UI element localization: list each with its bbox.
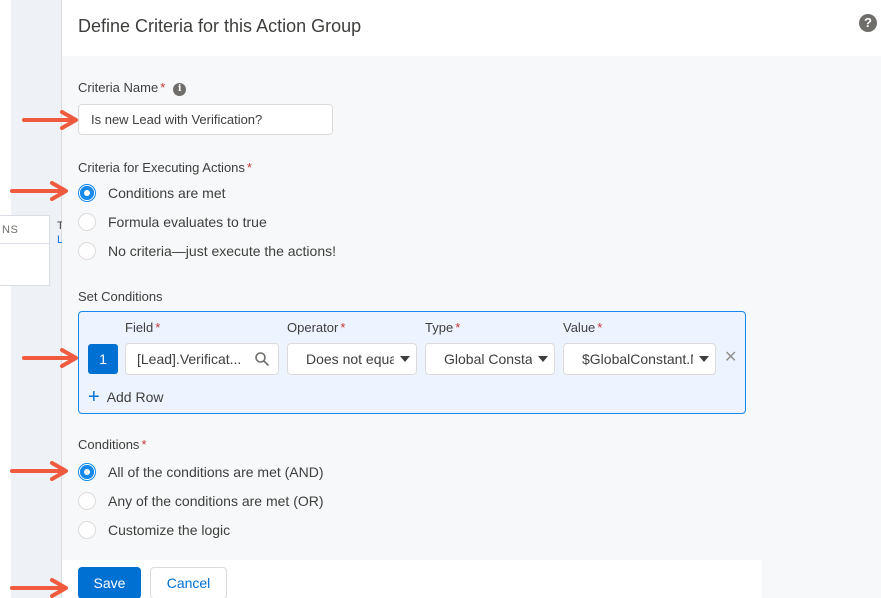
radio-button[interactable]: [78, 184, 96, 202]
condition-row-number: 1: [88, 344, 118, 374]
background-table: NS: [0, 215, 50, 286]
close-icon[interactable]: ✕: [724, 349, 737, 367]
add-row-button[interactable]: + Add Row: [88, 386, 164, 408]
column-header-type: Type *: [425, 320, 461, 335]
radio-customize-logic[interactable]: Customize the logic: [78, 520, 230, 540]
criteria-panel: Define Criteria for this Action Group ? …: [62, 0, 881, 598]
save-button[interactable]: Save: [78, 567, 141, 598]
page-title: Define Criteria for this Action Group: [78, 16, 362, 36]
conditions-builder: Field * Operator * Type * Value * 1 [Lead].V…: [78, 311, 746, 414]
column-header-field: Field *: [125, 320, 161, 335]
column-header-value: Value *: [563, 320, 603, 335]
radio-all-conditions[interactable]: All of the conditions are met (AND): [78, 462, 324, 482]
panel-header: Define Criteria for this Action Group ?: [62, 0, 881, 56]
background-table-header: NS: [0, 216, 49, 244]
criteria-execution-label: Criteria for Executing Actions *: [78, 160, 252, 175]
criteria-name-label: Criteria Name * i: [78, 80, 187, 96]
required-mark: *: [160, 80, 166, 95]
annotation-arrow-icon: [10, 181, 68, 201]
question-icon[interactable]: ?: [859, 14, 877, 32]
radio-button[interactable]: [78, 492, 96, 510]
field-lookup-input[interactable]: [Lead].Verificat...: [125, 343, 279, 375]
annotation-arrow-icon: [10, 461, 68, 481]
radio-formula-true[interactable]: Formula evaluates to true: [78, 212, 267, 232]
background-canvas: [11, 0, 62, 598]
chevron-down-icon: [400, 356, 410, 362]
plus-icon: +: [88, 386, 100, 408]
required-mark: *: [141, 437, 147, 452]
page-edge: [0, 0, 11, 598]
radio-any-conditions[interactable]: Any of the conditions are met (OR): [78, 491, 324, 511]
type-select[interactable]: Global Constant: [425, 343, 555, 375]
cancel-button[interactable]: Cancel: [150, 567, 227, 598]
chevron-down-icon: [699, 356, 709, 362]
set-conditions-label: Set Conditions: [78, 289, 163, 304]
conditions-label: Conditions *: [78, 437, 147, 452]
value-select[interactable]: $GlobalConstant.Null: [563, 343, 716, 375]
radio-button[interactable]: [78, 213, 96, 231]
chevron-down-icon: [538, 356, 548, 362]
radio-button[interactable]: [78, 521, 96, 539]
annotation-arrow-icon: [22, 348, 78, 368]
radio-conditions-met[interactable]: Conditions are met: [78, 183, 226, 203]
criteria-name-input[interactable]: Is new Lead with Verification?: [78, 104, 333, 135]
radio-button[interactable]: [78, 463, 96, 481]
search-icon: [255, 352, 269, 366]
annotation-arrow-icon: [10, 578, 68, 598]
column-header-operator: Operator *: [287, 320, 346, 335]
radio-no-criteria[interactable]: No criteria—just execute the actions!: [78, 241, 336, 261]
annotation-arrow-icon: [22, 110, 78, 130]
radio-button[interactable]: [78, 242, 96, 260]
operator-select[interactable]: Does not equal: [287, 343, 417, 375]
info-icon[interactable]: i: [173, 83, 187, 96]
required-mark: *: [246, 160, 252, 175]
